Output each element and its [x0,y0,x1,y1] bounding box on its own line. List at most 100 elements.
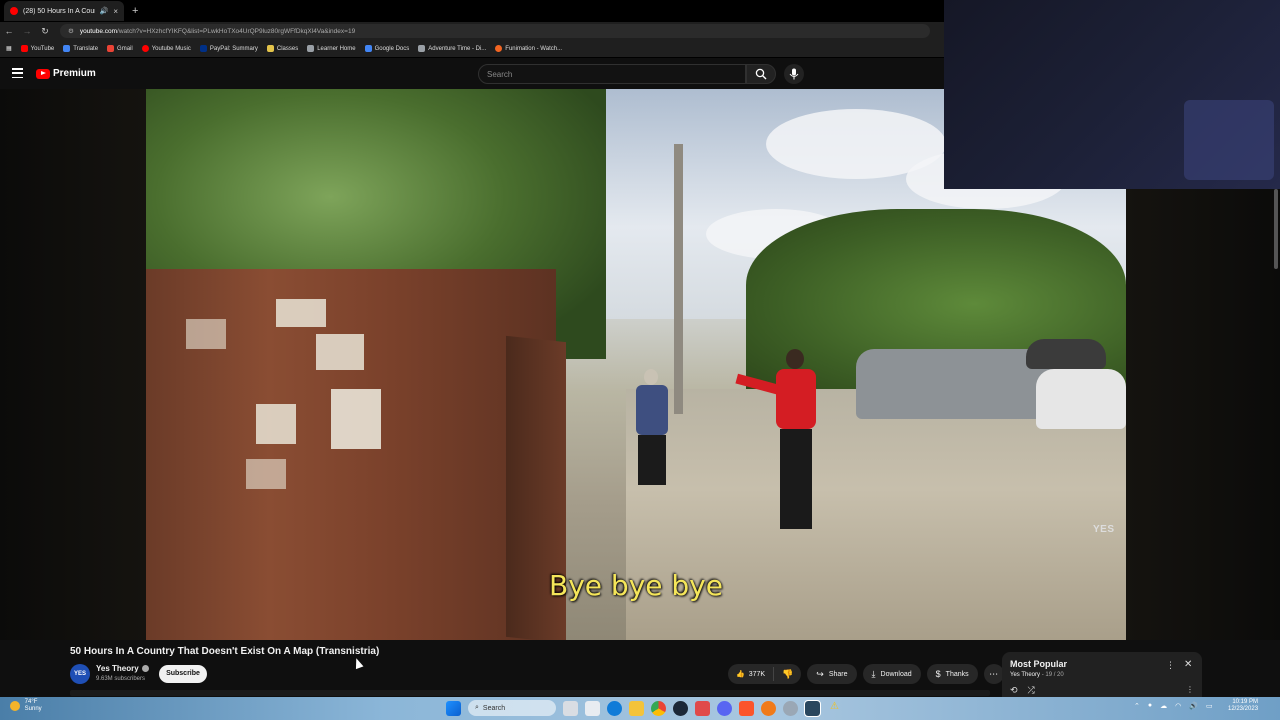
video-actions: 👍 377K 👎 ↪ Share ⤓ Download $ Thanks ⋯ [728,664,1004,684]
widgets-icon[interactable] [563,700,578,716]
discord-icon[interactable] [717,700,732,716]
mouse-cursor-icon [352,656,364,670]
page-scrollbar[interactable] [1273,189,1279,689]
url-path: /watch?v=HXzhcfYIKFQ&list=PLwkHoTXo4UrQP… [117,27,356,35]
bookmark-icon [364,45,372,52]
bookmark-item[interactable]: Classes [266,45,298,52]
wifi-icon[interactable]: ◠ [1175,702,1181,710]
bookmark-item[interactable]: PayPal: Summary [199,45,258,52]
video-parked-cars [846,339,1126,429]
back-arrow-icon[interactable]: ← [0,26,18,36]
share-icon: ↪ [816,668,824,679]
tab-close-icon[interactable]: × [113,7,118,16]
bookmark-icon [141,45,149,52]
app-icon[interactable] [695,700,710,716]
bookmark-icon [20,45,28,52]
video-letterbox-right [1126,189,1280,640]
overlay-window[interactable] [944,0,1280,189]
tray-app-icon[interactable]: ● [1148,702,1152,710]
playlist-menu-icon[interactable]: ⋮ [1166,660,1175,671]
playlist-controls: ⟲ ⤮ [1010,685,1035,696]
playlist-panel: Most Popular Yes Theory - 19 / 20 ⋮ ✕ ⟲ … [1002,652,1202,700]
windows-start-icon[interactable] [446,700,461,716]
download-icon: ⤓ [871,668,876,679]
taskbar-apps: ⌕ Search ⚠ [446,699,842,717]
download-button[interactable]: ⤓ Download [862,664,921,684]
forward-arrow-icon[interactable]: → [18,26,36,36]
scrollbar-thumb[interactable] [1274,189,1278,269]
settings-gear-icon[interactable] [783,700,798,716]
subscriber-count: 9.63M subscribers [96,676,146,682]
cloud-icon[interactable]: ☁ [1160,702,1167,710]
shuffle-icon[interactable]: ⤮ [1028,685,1035,696]
video-letterbox-left [0,89,146,640]
thanks-button[interactable]: $ Thanks [926,664,978,684]
tray-expand-icon[interactable]: ⌃ [1134,702,1140,710]
task-view-icon[interactable] [585,700,600,716]
bookmark-item[interactable]: Funimation - Watch... [495,45,562,52]
bookmark-item[interactable]: Learner Home [307,45,356,52]
search-icon: ⌕ [475,704,479,711]
channel-watermark[interactable]: YES [1093,524,1115,535]
youtube-play-icon [36,68,50,79]
weather-widget[interactable]: 74°F Sunny [10,699,42,713]
bookmark-item[interactable]: Youtube Music [141,45,191,52]
app-icon[interactable] [761,700,776,716]
video-person-elderly-woman [634,369,670,499]
battery-icon[interactable]: ▭ [1206,702,1213,710]
thanks-icon: $ [935,669,941,679]
playlist-subtitle: Yes Theory - 19 / 20 [1010,672,1064,678]
windows-taskbar: 74°F Sunny ⌕ Search ⚠ ⌃ ● ☁ ◠ 🔊 ▭ 10:19 PM… [0,697,1280,720]
bookmark-item[interactable]: Adventure Time - Di... [418,45,486,52]
bookmark-icon [107,45,115,52]
bookmark-item[interactable]: Google Docs [364,45,409,52]
search-button[interactable] [746,64,776,84]
description-box-edge [70,690,990,696]
bookmark-icon [307,45,315,52]
like-button[interactable]: 👍 377K [728,667,775,681]
edge-icon[interactable] [607,700,622,716]
microphone-icon [789,68,799,80]
apps-grid-icon[interactable]: ▦ [6,45,12,52]
speaker-icon[interactable]: 🔊 [100,7,109,15]
warning-icon[interactable]: ⚠ [827,701,842,716]
bookmark-icon [418,45,426,52]
dislike-button[interactable]: 👎 [774,669,801,680]
steam-icon[interactable] [673,700,688,716]
bookmark-item[interactable]: Gmail [107,45,133,52]
subscribe-button[interactable]: Subscribe [159,665,207,683]
file-explorer-icon[interactable] [629,700,644,716]
loop-icon[interactable]: ⟲ [1010,685,1018,696]
video-utility-pole [674,144,683,414]
channel-avatar[interactable]: YES [70,664,90,684]
youtube-logo[interactable]: Premium [36,68,96,79]
more-actions-icon[interactable]: ⋯ [983,664,1004,684]
volume-icon[interactable]: 🔊 [1189,702,1198,710]
browser-tab[interactable]: (28) 50 Hours In A Country 🔊 × [4,1,124,21]
verified-icon [141,665,149,673]
reload-icon[interactable]: ↻ [36,26,54,37]
playlist-more-icon[interactable]: ⋮ [1186,685,1194,694]
playlist-close-icon[interactable]: ✕ [1184,659,1192,670]
like-dislike-group: 👍 377K 👎 [728,664,802,684]
bookmark-icon [199,45,207,52]
channel-name[interactable]: Yes Theory [96,664,149,673]
taskbar-clock[interactable]: 10:19 PM 12/23/2023 [1228,699,1258,713]
tab-title: (28) 50 Hours In A Country [23,7,95,15]
bookmark-item[interactable]: Translate [63,45,98,52]
video-person-red-jacket [735,349,826,539]
logo-text: Premium [53,68,96,79]
new-tab-button[interactable]: + [132,5,138,17]
steam-active-icon[interactable] [804,699,821,717]
voice-search-button[interactable] [784,64,804,84]
taskbar-search[interactable]: ⌕ Search [468,700,556,716]
brave-icon[interactable] [739,700,754,716]
search-input[interactable]: Search [478,64,746,84]
url-bar[interactable]: ⚙ youtube.com/watch?v=HXzhcfYIKFQ&list=P… [60,24,930,38]
site-info-icon[interactable]: ⚙ [68,27,74,35]
menu-icon[interactable] [12,68,23,79]
share-button[interactable]: ↪ Share [807,664,857,684]
chrome-icon[interactable] [651,700,666,716]
sun-icon [10,701,20,711]
bookmark-item[interactable]: YouTube [20,45,54,52]
